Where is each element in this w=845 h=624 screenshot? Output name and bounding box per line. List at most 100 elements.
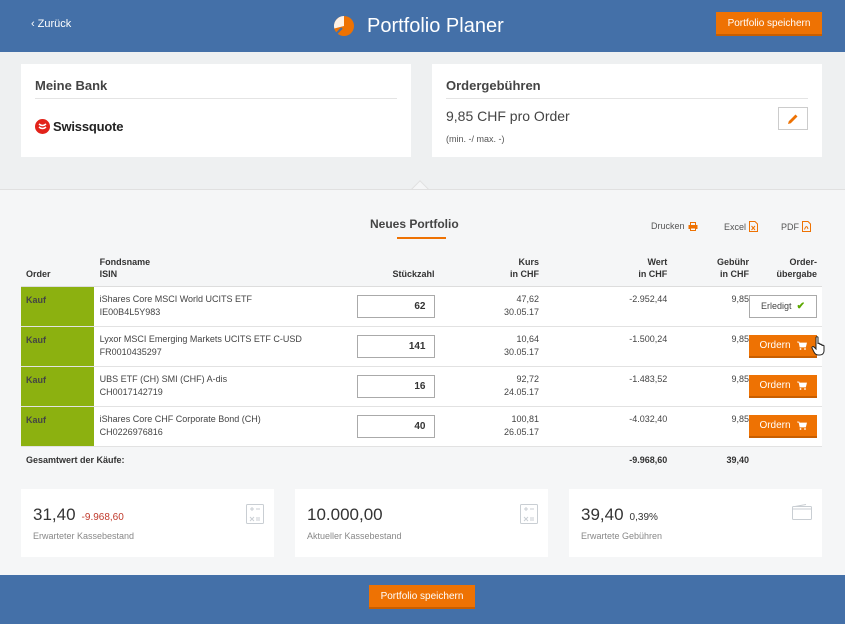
total-row: Gesamtwert der Käufe: -9.968,60 39,40	[21, 446, 822, 474]
calculator-icon	[520, 504, 538, 524]
quantity-input[interactable]	[356, 374, 435, 398]
orders-table: Order Fondsname ISIN Stückzahl Kurs in CHF…	[21, 253, 822, 474]
chevron-left-icon: ‹	[31, 18, 35, 30]
fund-isin: CH0226976816	[99, 427, 163, 437]
pdf-label: PDF	[781, 221, 799, 232]
price-cell: 47,62 30.05.17	[434, 286, 539, 327]
stat-delta: -9.968,60	[81, 512, 124, 523]
excel-file-icon	[749, 221, 759, 232]
excel-link[interactable]: Excel	[724, 221, 759, 232]
col-fee-line2: in CHF	[720, 268, 749, 279]
fund-name: iShares Core MSCI World UCITS ETF	[99, 294, 253, 304]
quantity-input[interactable]	[356, 414, 435, 438]
fees-heading: Ordergebühren	[446, 78, 541, 93]
done-button[interactable]: Erledigt ✔	[749, 294, 817, 318]
done-label: Erledigt	[761, 300, 792, 311]
cart-icon	[796, 381, 807, 390]
col-price: Kurs in CHF	[434, 253, 539, 287]
stat-label: Erwarteter Kassebestand	[33, 531, 135, 541]
bank-logo: Swissquote	[35, 119, 123, 134]
action-cell: Ordern	[749, 366, 822, 407]
total-spacer	[435, 446, 539, 474]
cart-icon	[796, 421, 807, 430]
fee-per-order: 9,85 CHF pro Order	[446, 108, 570, 124]
fee-min-max: (min. -/ max. -)	[446, 134, 505, 144]
order-button[interactable]: Ordern	[749, 414, 817, 438]
save-portfolio-button-header[interactable]: Portfolio speichern	[716, 12, 822, 36]
col-handover-line1: Order-	[789, 256, 817, 267]
price-value: 100,81	[511, 414, 539, 424]
order-label: Ordern	[759, 419, 791, 431]
value-cell: -2.952,44	[538, 286, 668, 327]
back-label: Zurück	[37, 18, 72, 30]
col-fee-line1: Gebühr	[716, 256, 749, 267]
save-portfolio-button-footer[interactable]: Portfolio speichern	[369, 585, 475, 609]
stat-label: Erwartete Gebühren	[581, 531, 663, 541]
app-title-group: Portfolio Planer	[333, 12, 504, 40]
col-fund: Fondsname ISIN	[93, 253, 323, 287]
qty-cell	[322, 366, 435, 407]
order-fees-card: Ordergebühren 9,85 CHF pro Order (min. -…	[432, 64, 822, 157]
col-fund-name: Fondsname	[99, 256, 151, 267]
action-cell: Erledigt ✔	[749, 286, 822, 327]
pdf-link[interactable]: PDF	[781, 221, 811, 232]
order-button[interactable]: Ordern	[749, 374, 817, 398]
total-value: -9.968,60	[629, 454, 668, 465]
action-cell: Ordern	[749, 406, 822, 447]
col-price-line1: Kurs	[518, 256, 539, 267]
swissquote-logo-icon	[35, 119, 50, 134]
printer-icon	[688, 221, 698, 231]
edit-fees-button[interactable]	[778, 107, 808, 130]
settings-area: Meine Bank Swissquote Ordergebühren 9,85…	[0, 52, 845, 189]
price-value: 47,62	[516, 294, 539, 304]
quantity-input[interactable]	[356, 294, 435, 318]
table-header-row: Order Fondsname ISIN Stückzahl Kurs in CHF…	[21, 253, 822, 287]
check-icon: ✔	[796, 300, 805, 312]
qty-cell	[322, 406, 435, 447]
bank-heading: Meine Bank	[35, 78, 108, 93]
total-label: Gesamtwert der Käufe:	[26, 454, 125, 465]
divider	[446, 98, 808, 99]
stat-value-group: 39,40 0,39%	[581, 505, 658, 525]
order-button[interactable]: Ordern	[749, 334, 817, 358]
table-row: Kauf UBS ETF (CH) SMI (CHF) A-dis CH00171…	[21, 366, 822, 407]
col-fee: Gebühr in CHF	[667, 253, 749, 287]
fee-cell: 9,85	[667, 366, 749, 407]
quantity-input[interactable]	[356, 334, 435, 358]
value-cell: -1.500,24	[538, 326, 668, 367]
pie-chart-logo-icon	[333, 15, 354, 36]
price-date: 30.05.17	[503, 347, 539, 357]
bank-card: Meine Bank Swissquote	[21, 64, 411, 157]
price-date: 30.05.17	[503, 307, 539, 317]
stat-value: 10.000,00	[307, 505, 383, 524]
app-header: ‹ Zurück Portfolio Planer Portfolio speic…	[0, 0, 845, 52]
total-spacer	[749, 446, 822, 474]
order-label: Ordern	[759, 339, 791, 351]
stat-value-group: 31,40 -9.968,60	[33, 505, 124, 525]
order-label: Ordern	[759, 379, 791, 391]
stat-value: 31,40	[33, 505, 76, 524]
print-link[interactable]: Drucken	[651, 221, 698, 231]
divider	[35, 98, 397, 99]
fund-name: Lyxor MSCI Emerging Markets UCITS ETF C-…	[99, 334, 302, 344]
excel-label: Excel	[724, 221, 747, 232]
title-underline	[397, 237, 446, 239]
price-value: 10,64	[516, 334, 539, 344]
fund-isin: FR0010435297	[99, 347, 162, 357]
fund-isin: CH0017142719	[99, 387, 163, 397]
order-type-badge: Kauf	[21, 406, 94, 447]
price-value: 92,72	[516, 374, 539, 384]
wallet-icon	[792, 504, 812, 520]
fee-cell: 9,85	[667, 406, 749, 447]
col-isin: ISIN	[99, 268, 118, 279]
expected-cash-card: 31,40 -9.968,60 Erwarteter Kassebestand	[21, 489, 274, 557]
back-link[interactable]: ‹ Zurück	[31, 18, 71, 30]
stat-value-group: 10.000,00	[307, 505, 383, 525]
fee-cell: 9,85	[667, 326, 749, 367]
fund-cell: iShares Core MSCI World UCITS ETF IE00B4L…	[93, 286, 323, 327]
page-title: Portfolio Planer	[367, 14, 504, 37]
fund-cell: UBS ETF (CH) SMI (CHF) A-dis CH0017142719	[93, 366, 323, 407]
total-fee: 39,40	[726, 454, 749, 465]
col-price-line2: in CHF	[509, 268, 539, 279]
order-type-badge: Kauf	[21, 326, 94, 367]
